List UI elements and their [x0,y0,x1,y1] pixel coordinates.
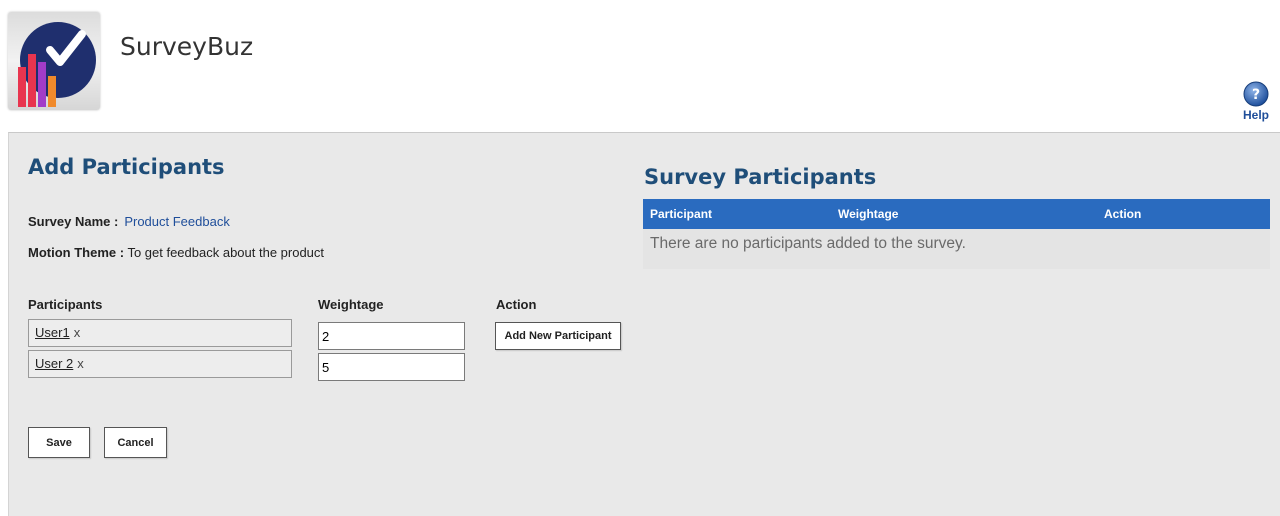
main-panel: Add Participants Survey Name : Product Fe… [8,132,1280,516]
participant-name-link[interactable]: User 2 [35,356,73,371]
help-label: Help [1242,108,1269,122]
weightage-input[interactable] [318,353,465,381]
motion-theme-row: Motion Theme : To get feedback about the… [28,245,324,260]
motion-theme-label: Motion Theme : [28,245,125,260]
table-header: Participant Weightage Action [643,199,1270,229]
app-title: SurveyBuz [120,32,254,61]
app-logo [8,12,100,110]
participants-column-header: Participants [28,297,103,312]
cancel-button[interactable]: Cancel [104,427,167,458]
logo-chart-check-icon [18,22,96,107]
participant-entry: User1 x [28,319,292,347]
app-header: SurveyBuz ? Help [0,0,1280,132]
save-button[interactable]: Save [28,427,90,458]
weightage-column-header: Weightage [318,297,384,312]
add-participants-title: Add Participants [28,155,225,179]
help-button[interactable]: ? Help [1236,81,1276,122]
remove-participant-button[interactable]: x [74,325,81,340]
survey-name-value: Product Feedback [124,214,230,229]
action-column-header: Action [1104,207,1142,221]
motion-theme-value: To get feedback about the product [127,245,325,260]
weightage-column-header: Weightage [838,207,899,221]
help-icon: ? [1243,81,1269,107]
remove-participant-button[interactable]: x [77,356,84,371]
survey-name-label: Survey Name : [28,214,119,229]
survey-participants-title: Survey Participants [644,165,877,189]
add-new-participant-button[interactable]: Add New Participant [495,322,621,350]
weightage-input[interactable] [318,322,465,350]
participant-column-header: Participant [650,207,713,221]
empty-table-message: There are no participants added to the s… [643,229,1270,269]
action-column-header: Action [496,297,537,312]
survey-name-row: Survey Name : Product Feedback [28,214,230,229]
participant-name-link[interactable]: User1 [35,325,70,340]
survey-participants-table: Participant Weightage Action There are n… [643,199,1270,269]
participant-entry: User 2 x [28,350,292,378]
svg-text:?: ? [1252,87,1260,103]
